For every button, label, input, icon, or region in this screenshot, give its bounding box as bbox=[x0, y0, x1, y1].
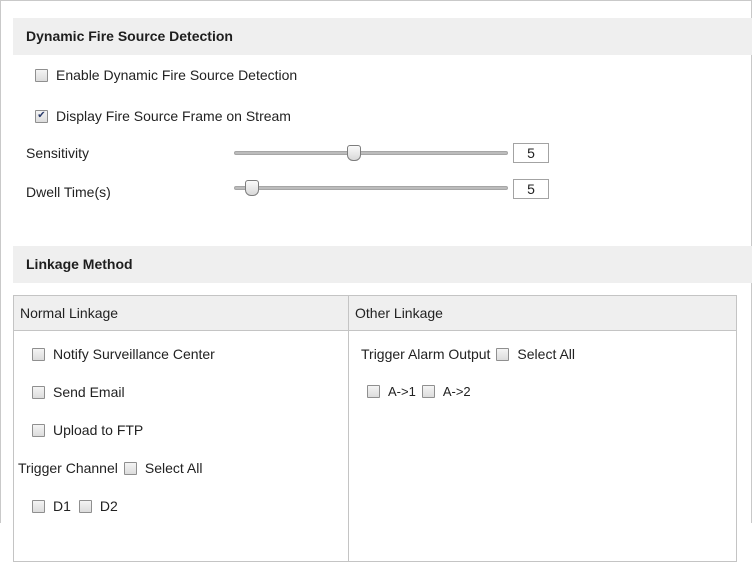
trigger-alarm-label: Trigger Alarm Output bbox=[361, 346, 491, 362]
channel-d1-label: D1 bbox=[53, 498, 71, 514]
trigger-alarm-row: Trigger Alarm Output Select All bbox=[361, 346, 575, 362]
trigger-channel-row: Trigger Channel Select All bbox=[18, 460, 202, 476]
display-fire-frame-row: Display Fire Source Frame on Stream bbox=[35, 108, 291, 124]
enable-fire-detection-label: Enable Dynamic Fire Source Detection bbox=[56, 67, 298, 83]
other-linkage-header: Other Linkage bbox=[348, 295, 737, 331]
alarm-output-a2-label: A->2 bbox=[442, 384, 471, 399]
channel-d2-label: D2 bbox=[99, 498, 118, 514]
sensitivity-slider-track[interactable] bbox=[234, 151, 508, 155]
sensitivity-label: Sensitivity bbox=[26, 145, 90, 161]
linkage-section-title: Linkage Method bbox=[13, 246, 752, 283]
send-email-label: Send Email bbox=[53, 384, 125, 400]
upload-ftp-label: Upload to FTP bbox=[53, 422, 144, 438]
fire-detection-section-title: Dynamic Fire Source Detection bbox=[13, 18, 752, 55]
notify-center-label: Notify Surveillance Center bbox=[53, 346, 215, 362]
dwell-time-slider-handle[interactable] bbox=[245, 180, 259, 196]
trigger-channel-select-all-checkbox[interactable] bbox=[123, 461, 137, 475]
channel-d2-checkbox[interactable] bbox=[78, 499, 92, 513]
linkage-table: Normal Linkage Other Linkage Notify Surv… bbox=[13, 295, 737, 562]
trigger-alarm-select-all-checkbox[interactable] bbox=[496, 347, 510, 361]
alarm-output-a1-label: A->1 bbox=[388, 384, 416, 399]
channel-d1-checkbox[interactable] bbox=[32, 499, 45, 513]
sensitivity-slider-handle[interactable] bbox=[347, 145, 361, 161]
upload-ftp-row: Upload to FTP bbox=[32, 422, 143, 438]
alarm-output-a1-checkbox[interactable] bbox=[367, 385, 380, 398]
trigger-channel-label: Trigger Channel bbox=[18, 460, 118, 476]
channel-options-row: D1 D2 bbox=[32, 498, 118, 514]
sensitivity-value-field[interactable]: 5 bbox=[513, 143, 549, 163]
normal-linkage-cell: Notify Surveillance Center Send Email Up… bbox=[13, 330, 349, 562]
trigger-channel-select-all-label: Select All bbox=[144, 460, 203, 476]
notify-center-row: Notify Surveillance Center bbox=[32, 346, 215, 362]
other-linkage-cell: Trigger Alarm Output Select All A->1 A->… bbox=[348, 330, 737, 562]
dwell-time-value-field[interactable]: 5 bbox=[513, 179, 549, 199]
alarm-output-a2-checkbox[interactable] bbox=[421, 385, 435, 398]
display-fire-frame-checkbox[interactable] bbox=[35, 109, 48, 123]
display-fire-frame-label: Display Fire Source Frame on Stream bbox=[56, 108, 291, 124]
send-email-row: Send Email bbox=[32, 384, 125, 400]
upload-ftp-checkbox[interactable] bbox=[32, 423, 45, 437]
notify-center-checkbox[interactable] bbox=[32, 347, 45, 361]
trigger-alarm-select-all-label: Select All bbox=[517, 346, 576, 362]
enable-fire-detection-checkbox[interactable] bbox=[35, 68, 48, 82]
alarm-output-options-row: A->1 A->2 bbox=[367, 384, 471, 399]
enable-fire-detection-row: Enable Dynamic Fire Source Detection bbox=[35, 67, 297, 83]
dwell-time-slider-track[interactable] bbox=[234, 186, 508, 190]
dwell-time-label: Dwell Time(s) bbox=[26, 184, 111, 200]
normal-linkage-header: Normal Linkage bbox=[13, 295, 349, 331]
send-email-checkbox[interactable] bbox=[32, 385, 45, 399]
